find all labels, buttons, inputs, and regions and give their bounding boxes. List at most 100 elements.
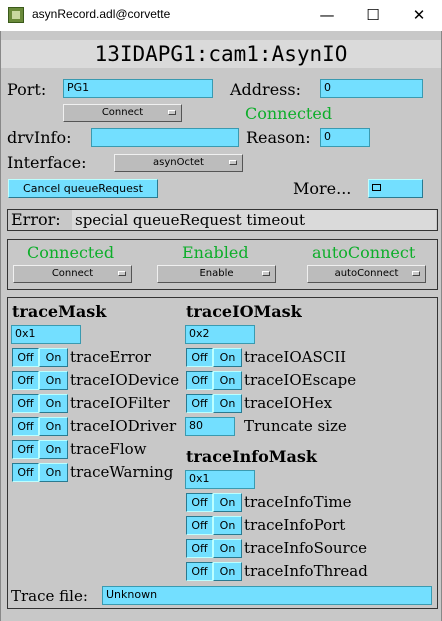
trace-info-port-label: traceInfoPort [244,516,346,534]
trace-io-driver-label: traceIODriver [70,417,177,435]
on-option[interactable]: On [39,371,68,390]
record-name-banner: 13IDAPG1:cam1:AsynIO [1,40,441,68]
on-option[interactable]: On [39,440,68,459]
menu-marker-icon [168,110,176,115]
trace-mask-field[interactable]: 0x1 [11,325,81,344]
off-option[interactable]: Off [186,516,213,535]
trace-file-field[interactable]: Unknown [102,586,432,605]
off-option[interactable]: Off [186,394,213,413]
connect-state-menu[interactable]: Connect [13,265,132,283]
trace-io-filter-toggle[interactable]: Off On [12,394,68,413]
trace-info-thread-toggle[interactable]: Off On [186,562,242,581]
enable-state-menu[interactable]: Enable [157,265,276,283]
trace-io-hex-toggle[interactable]: Off On [186,394,242,413]
on-option[interactable]: On [39,394,68,413]
drvinfo-field[interactable] [91,128,239,147]
error-label: Error: [11,210,61,229]
more-button[interactable] [368,179,423,198]
connect-menu-value: Connect [101,107,144,118]
menu-marker-icon [412,271,420,276]
truncate-size-label: Truncate size [244,417,347,435]
interface-label: Interface: [7,153,87,172]
autoconnect-status: autoConnect [312,243,416,262]
trace-io-hex-label: traceIOHex [244,394,333,412]
off-option[interactable]: Off [12,440,39,459]
on-option[interactable]: On [213,562,242,581]
connection-state-panel: Connected Connect Enabled Enable autoCon… [7,239,438,290]
address-field[interactable]: 0 [320,79,423,98]
trace-file-label: Trace file: [11,587,88,605]
on-option[interactable]: On [213,348,242,367]
truncate-size-field[interactable]: 80 [185,417,235,436]
trace-io-mask-field[interactable]: 0x2 [185,325,255,344]
title-bar: asynRecord.adl@corvette — ☐ ✕ [0,0,442,31]
related-display-icon [372,184,381,191]
trace-io-ascii-toggle[interactable]: Off On [186,348,242,367]
menu-marker-icon [229,160,237,165]
minimize-icon[interactable]: — [304,0,350,31]
trace-info-source-toggle[interactable]: Off On [186,539,242,558]
off-option[interactable]: Off [12,394,39,413]
reason-label: Reason: [246,128,311,147]
trace-io-escape-label: traceIOEscape [244,371,357,389]
trace-io-mask-header: traceIOMask [186,302,302,321]
enable-state-value: Enable [199,268,234,279]
off-option[interactable]: Off [186,371,213,390]
trace-io-driver-toggle[interactable]: Off On [12,417,68,436]
on-option[interactable]: On [213,371,242,390]
trace-info-time-label: traceInfoTime [244,493,352,511]
cancel-queue-request-button[interactable]: Cancel queueRequest [8,179,158,198]
off-option[interactable]: Off [12,417,39,436]
trace-flow-toggle[interactable]: Off On [12,440,68,459]
reason-field[interactable]: 0 [320,128,370,147]
menu-marker-icon [118,271,126,276]
connect-menu[interactable]: Connect [63,104,182,122]
off-option[interactable]: Off [12,463,39,482]
address-label: Address: [230,80,301,99]
port-field[interactable]: PG1 [63,79,213,98]
trace-warning-toggle[interactable]: Off On [12,463,68,482]
asyn-record-panel: 13IDAPG1:cam1:AsynIO Port: PG1 Address: … [0,31,442,621]
trace-info-mask-field[interactable]: 0x1 [185,470,255,489]
trace-io-device-label: traceIODevice [70,371,180,389]
trace-info-port-toggle[interactable]: Off On [186,516,242,535]
trace-error-toggle[interactable]: Off On [12,348,68,367]
interface-menu-value: asynOctet [153,157,204,168]
on-option[interactable]: On [213,516,242,535]
on-option[interactable]: On [39,463,68,482]
off-option[interactable]: Off [186,493,213,512]
trace-io-device-toggle[interactable]: Off On [12,371,68,390]
interface-menu[interactable]: asynOctet [114,154,243,172]
off-option[interactable]: Off [186,539,213,558]
trace-panel: traceMask 0x1 Off On traceError Off On tra… [7,297,438,609]
enabled-status: Enabled [182,243,249,262]
error-frame: Error: special queueRequest timeout [7,209,438,231]
close-icon[interactable]: ✕ [396,0,442,31]
port-label: Port: [7,80,47,99]
connect-state-value: Connect [51,268,94,279]
menu-marker-icon [262,271,270,276]
error-message: special queueRequest timeout [72,210,436,230]
connection-status: Connected [245,104,333,123]
on-option[interactable]: On [39,348,68,367]
trace-mask-header: traceMask [12,302,107,321]
trace-info-mask-header: traceInfoMask [186,447,317,466]
app-icon [8,7,24,23]
trace-io-escape-toggle[interactable]: Off On [186,371,242,390]
autoconnect-state-menu[interactable]: autoConnect [307,265,426,283]
on-option[interactable]: On [39,417,68,436]
connected-status: Connected [27,243,115,262]
drvinfo-label: drvInfo: [7,128,72,147]
on-option[interactable]: On [213,493,242,512]
maximize-icon[interactable]: ☐ [350,0,396,31]
off-option[interactable]: Off [12,348,39,367]
on-option[interactable]: On [213,394,242,413]
off-option[interactable]: Off [186,348,213,367]
off-option[interactable]: Off [186,562,213,581]
off-option[interactable]: Off [12,371,39,390]
trace-error-label: traceError [70,348,151,366]
on-option[interactable]: On [213,539,242,558]
trace-flow-label: traceFlow [70,440,147,458]
trace-io-ascii-label: traceIOASCII [244,348,347,366]
trace-info-time-toggle[interactable]: Off On [186,493,242,512]
